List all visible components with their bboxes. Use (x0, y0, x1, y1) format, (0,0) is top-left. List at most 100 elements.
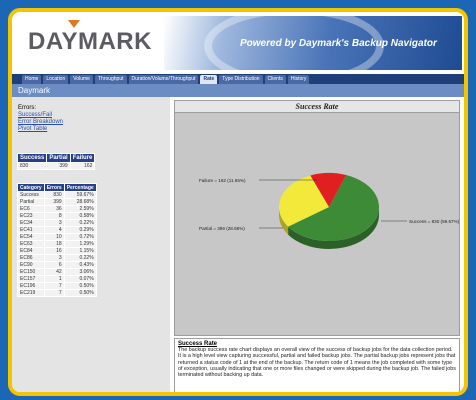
category-table: Category Errors Percentage Success 830 59.… (17, 183, 97, 297)
table-row: EC196 7 0.50% (17, 282, 97, 290)
errors-cell: 36 (43, 205, 65, 213)
errors-cell: 6 (43, 261, 65, 269)
percentage-cell: 0.50% (63, 282, 97, 290)
errors-cell: 4 (43, 226, 65, 234)
category-cell: EC196 (17, 282, 45, 290)
table-row: EC90 6 0.43% (17, 261, 97, 269)
table-row: EC86 3 0.22% (17, 254, 97, 262)
table-row: EC150 42 3.06% (17, 268, 97, 276)
table-row: EC63 18 1.29% (17, 240, 97, 248)
tab-type-distribution[interactable]: Type Distribution (219, 74, 263, 84)
percentage-cell: 59.67% (63, 191, 97, 199)
category-cell: Partial (17, 198, 45, 206)
table-row: EC34 3 0.22% (17, 219, 97, 227)
errors-cell: 7 (43, 289, 65, 297)
category-cell: EC23 (17, 212, 45, 220)
percentage-cell: 28.68% (63, 198, 97, 206)
category-cell: EC6 (17, 205, 45, 213)
col-success: Success (16, 153, 48, 163)
description-panel: Success Rate The backup success rate cha… (174, 338, 460, 392)
category-cell: EC157 (17, 275, 45, 283)
col-errors: Errors (43, 183, 65, 192)
percentage-cell: 2.59% (63, 205, 97, 213)
category-cell: EC219 (17, 289, 45, 297)
banner: Powered by Daymark's Backup Navigator (164, 16, 462, 70)
percentage-cell: 3.06% (63, 268, 97, 276)
percentage-cell: 0.07% (63, 275, 97, 283)
percentage-cell: 1.29% (63, 240, 97, 248)
table-row: EC6 36 2.59% (17, 205, 97, 213)
logo-mark-icon (68, 20, 80, 28)
category-cell: EC54 (17, 233, 45, 241)
col-failure: Failure (69, 153, 96, 163)
percentage-cell: 0.22% (63, 254, 97, 262)
category-cell: EC63 (17, 240, 45, 248)
tab-duration-volume-throughput[interactable]: Duration/Volume/Throughput (128, 74, 199, 84)
link-success-fail[interactable]: Success/Fail (18, 112, 52, 118)
logo[interactable]: DAYMARK (28, 28, 152, 56)
errors-cell: 830 (43, 191, 65, 199)
category-cell: EC86 (17, 254, 45, 262)
link-pivot-table[interactable]: Pivot Table (18, 126, 47, 132)
success-value: 830 (16, 162, 48, 170)
errors-cell: 8 (43, 212, 65, 220)
category-cell: Success (17, 191, 45, 199)
category-cell: EC90 (17, 261, 45, 269)
category-cell: EC41 (17, 226, 45, 234)
table-row: Partial 399 28.68% (17, 198, 97, 206)
pie-slice-success-label: Success = 830 (59.67%) (409, 219, 459, 224)
category-cell: EC84 (17, 247, 45, 255)
errors-cell: 3 (43, 254, 65, 262)
header: DAYMARK Powered by Daymark's Backup Navi… (12, 12, 464, 74)
tab-location[interactable]: Location (43, 74, 69, 84)
errors-cell: 399 (43, 198, 65, 206)
table-row: EC23 8 0.58% (17, 212, 97, 220)
table-row: Success 830 59.67% (17, 191, 97, 199)
chart-panel: Success Rate Success = 830 (59.67%) Parti… (174, 100, 460, 336)
errors-cell: 10 (43, 233, 65, 241)
nav-bar: Home Location Volume Throughput Duration… (12, 74, 464, 84)
banner-text: Powered by Daymark's Backup Navigator (240, 38, 437, 49)
sidebar: Errors: Success/Fail Error Breakdown Piv… (12, 97, 170, 392)
errors-cell: 42 (43, 268, 65, 276)
app-frame: DAYMARK Powered by Daymark's Backup Navi… (8, 8, 468, 396)
page-title: Daymark (12, 84, 464, 97)
pie-slice-failure-label: Failure = 162 (11.65%) (199, 178, 246, 183)
pie-chart: Success = 830 (59.67%) Partial = 399 (28.… (199, 173, 459, 250)
percentage-cell: 0.29% (63, 226, 97, 234)
tab-volume[interactable]: Volume (70, 74, 93, 84)
col-partial: Partial (46, 153, 71, 163)
percentage-cell: 0.58% (63, 212, 97, 220)
errors-cell: 1 (43, 275, 65, 283)
tab-home[interactable]: Home (22, 74, 42, 84)
table-row: EC54 10 0.72% (17, 233, 97, 241)
percentage-cell: 0.22% (63, 219, 97, 227)
errors-cell: 7 (43, 282, 65, 290)
table-row: EC84 16 1.15% (17, 247, 97, 255)
table-row: EC219 7 0.50% (17, 289, 97, 297)
tab-throughput[interactable]: Throughput (94, 74, 127, 84)
percentage-cell: 0.72% (63, 233, 97, 241)
partial-value: 399 (46, 162, 71, 170)
link-error-breakdown[interactable]: Error Breakdown (18, 119, 63, 125)
errors-cell: 3 (43, 219, 65, 227)
col-category: Category (17, 183, 45, 192)
percentage-cell: 0.50% (63, 289, 97, 297)
chart-title: Success Rate (175, 101, 459, 113)
errors-cell: 18 (43, 240, 65, 248)
tab-clients[interactable]: Clients (264, 74, 286, 84)
category-cell: EC34 (17, 219, 45, 227)
category-cell: EC150 (17, 268, 45, 276)
pie-slice-partial-label: Partial = 399 (28.68%) (199, 226, 245, 231)
col-percentage: Percentage (63, 183, 97, 192)
summary-table: Success Partial Failure 830 399 162 (16, 153, 96, 170)
tab-rate[interactable]: Rate (200, 74, 218, 84)
percentage-cell: 1.15% (63, 247, 97, 255)
description-body: The backup success rate chart displays a… (178, 347, 456, 379)
table-row: EC157 1 0.07% (17, 275, 97, 283)
tab-history[interactable]: History (287, 74, 310, 84)
sidebar-heading: Errors: (18, 105, 36, 111)
failure-value: 162 (69, 162, 96, 170)
percentage-cell: 0.43% (63, 261, 97, 269)
errors-cell: 16 (43, 247, 65, 255)
